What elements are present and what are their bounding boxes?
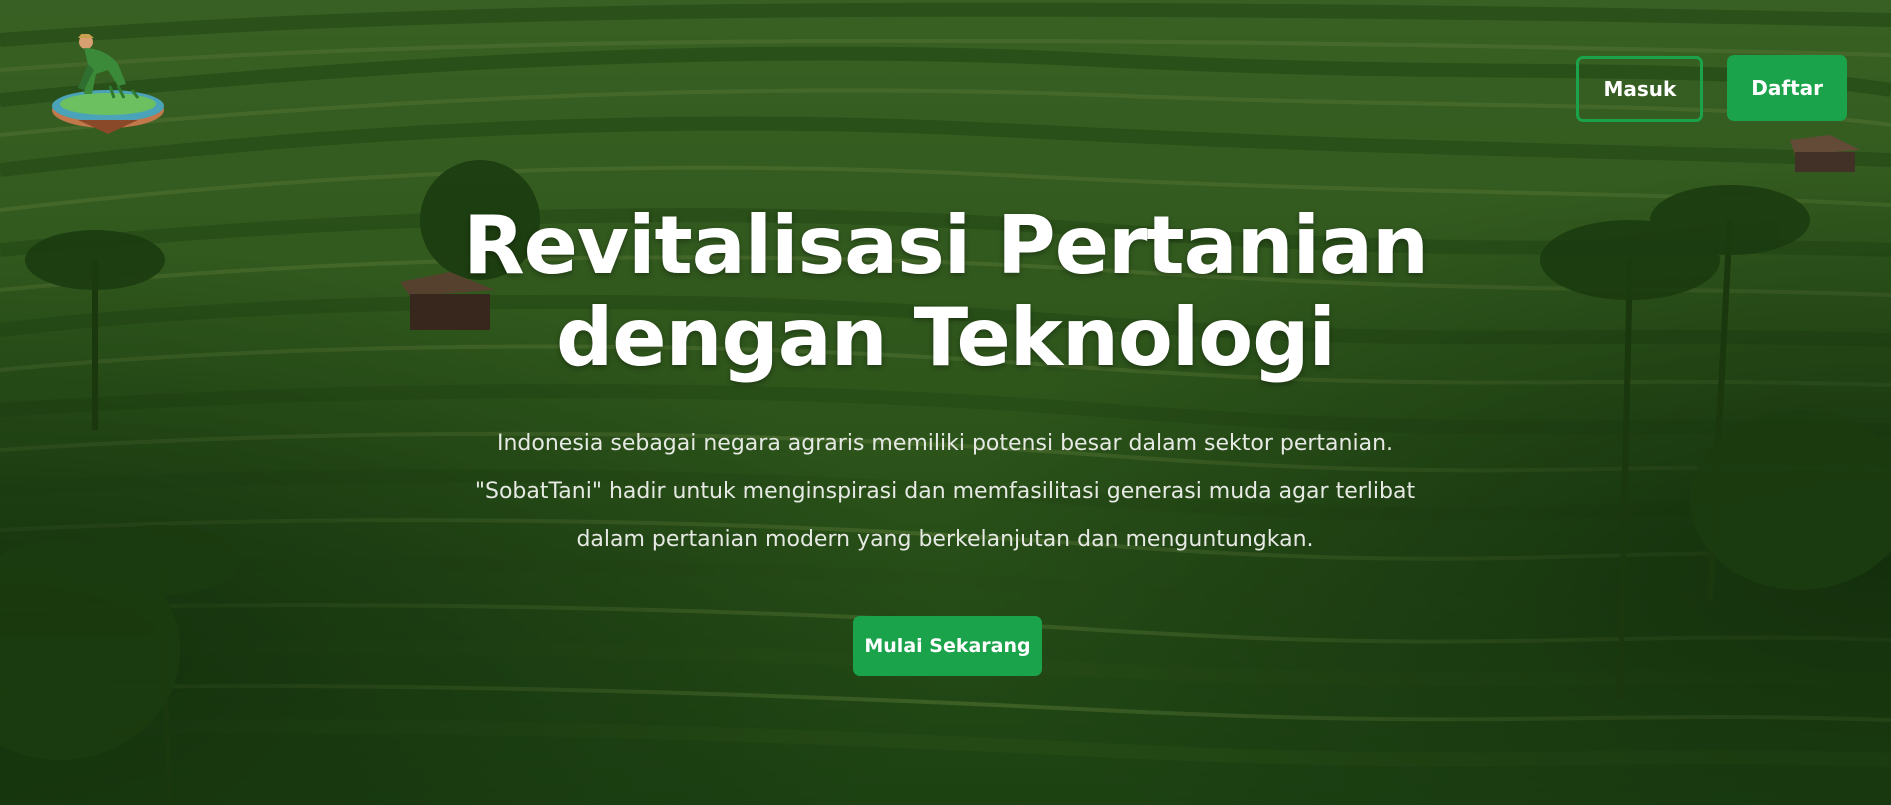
hero-title-line: Revitalisasi Pertanian [463, 199, 1429, 292]
login-button[interactable]: Masuk [1576, 56, 1704, 122]
hero-subtitle-line: "SobatTani" hadir untuk menginspirasi da… [474, 479, 1416, 504]
hero-section: Masuk Daftar Revitalisasi Pertanian deng… [0, 0, 1891, 805]
farmer-planting-logo-icon[interactable] [48, 34, 168, 138]
hero-title-line: dengan Teknologi [556, 291, 1336, 384]
get-started-button[interactable]: Mulai Sekarang [853, 616, 1042, 676]
hero-subtitle-line: Indonesia sebagai negara agraris memilik… [496, 431, 1394, 456]
hero-subtitle: Indonesia sebagai negara agraris memilik… [430, 420, 1460, 564]
hero-subtitle-line: dalam pertanian modern yang berkelanjuta… [576, 527, 1314, 552]
register-button[interactable]: Daftar [1727, 55, 1847, 121]
header-nav: Masuk Daftar [1576, 55, 1847, 122]
hero-title: Revitalisasi Pertanian dengan Teknologi [0, 200, 1891, 384]
